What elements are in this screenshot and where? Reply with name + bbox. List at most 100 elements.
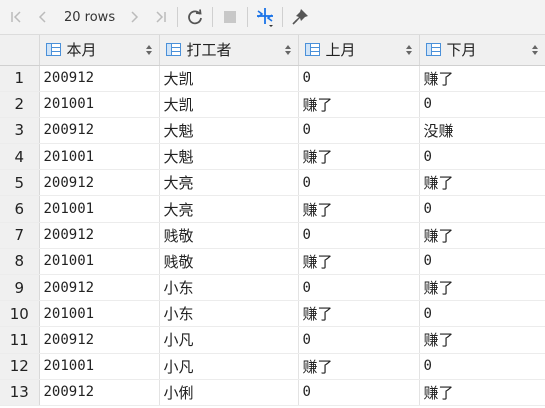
table-cell[interactable]: 小俐 bbox=[159, 379, 299, 406]
prev-page-icon[interactable] bbox=[30, 4, 56, 30]
row-number[interactable]: 13 bbox=[0, 379, 40, 406]
row-number[interactable]: 5 bbox=[0, 169, 40, 197]
table-cell[interactable]: 赚了 bbox=[419, 65, 545, 92]
table-cell[interactable]: 0 bbox=[419, 91, 545, 118]
table-row[interactable]: 9 200912 小东 0 赚了 bbox=[0, 274, 545, 302]
row-number[interactable]: 3 bbox=[0, 117, 40, 145]
table-row[interactable]: 12 201001 小凡 赚了 0 bbox=[0, 353, 545, 380]
table-row[interactable]: 3 200912 大魁 0 没赚 bbox=[0, 117, 545, 145]
table-cell[interactable]: 0 bbox=[298, 222, 420, 249]
row-number[interactable]: 9 bbox=[0, 274, 40, 302]
row-number[interactable]: 7 bbox=[0, 222, 40, 249]
column-header[interactable]: 上月 bbox=[298, 35, 420, 66]
table-cell[interactable]: 0 bbox=[298, 379, 420, 406]
table-cell[interactable]: 200912 bbox=[39, 274, 160, 302]
table-cell[interactable]: 赚了 bbox=[419, 274, 545, 302]
table-cell[interactable]: 没赚 bbox=[419, 117, 545, 145]
table-row[interactable]: 8 201001 贱敬 赚了 0 bbox=[0, 248, 545, 276]
table-cell[interactable]: 0 bbox=[298, 274, 420, 302]
table-cell[interactable]: 贱敬 bbox=[159, 222, 299, 249]
table-cell[interactable]: 贱敬 bbox=[159, 248, 299, 276]
column-header[interactable]: 下月 bbox=[419, 35, 545, 66]
rows-per-page[interactable]: 20 rows bbox=[64, 10, 115, 25]
sort-icon[interactable] bbox=[145, 44, 153, 56]
sort-icon[interactable] bbox=[405, 44, 413, 56]
table-cell[interactable]: 201001 bbox=[39, 143, 160, 171]
refresh-icon[interactable] bbox=[182, 4, 208, 30]
table-cell[interactable]: 200912 bbox=[39, 326, 160, 354]
table-cell[interactable]: 0 bbox=[419, 353, 545, 380]
table-cell[interactable]: 大凯 bbox=[159, 91, 299, 118]
table-cell[interactable]: 小东 bbox=[159, 274, 299, 302]
table-cell[interactable]: 赚了 bbox=[298, 91, 420, 118]
table-cell[interactable]: 200912 bbox=[39, 65, 160, 92]
table-row[interactable]: 11 200912 小凡 0 赚了 bbox=[0, 326, 545, 354]
table-row[interactable]: 6 201001 大亮 赚了 0 bbox=[0, 195, 545, 223]
row-number[interactable]: 2 bbox=[0, 91, 40, 118]
table-cell[interactable]: 赚了 bbox=[298, 143, 420, 171]
row-number[interactable]: 10 bbox=[0, 300, 40, 328]
table-row[interactable]: 13 200912 小俐 0 赚了 bbox=[0, 379, 545, 406]
table-cell[interactable]: 0 bbox=[419, 195, 545, 223]
table-cell[interactable]: 0 bbox=[419, 300, 545, 328]
table-cell[interactable]: 小东 bbox=[159, 300, 299, 328]
table-cell[interactable]: 赚了 bbox=[298, 248, 420, 276]
table-cell[interactable]: 赚了 bbox=[298, 353, 420, 380]
table-cell[interactable]: 赚了 bbox=[298, 300, 420, 328]
pin-icon[interactable] bbox=[287, 4, 313, 30]
table-cell[interactable]: 201001 bbox=[39, 300, 160, 328]
table-cell[interactable]: 201001 bbox=[39, 195, 160, 223]
table-cell[interactable]: 200912 bbox=[39, 379, 160, 406]
stop-icon[interactable] bbox=[217, 4, 243, 30]
sort-icon[interactable] bbox=[531, 44, 539, 56]
table-cell[interactable]: 小凡 bbox=[159, 353, 299, 380]
table-cell[interactable]: 201001 bbox=[39, 248, 160, 276]
row-number[interactable]: 6 bbox=[0, 195, 40, 223]
table-cell[interactable]: 0 bbox=[298, 65, 420, 92]
table-cell[interactable]: 200912 bbox=[39, 117, 160, 145]
toolbar-divider bbox=[282, 7, 284, 27]
column-header[interactable]: 打工者 bbox=[159, 35, 299, 66]
table-row[interactable]: 2 201001 大凯 赚了 0 bbox=[0, 91, 545, 118]
table-cell[interactable]: 小凡 bbox=[159, 326, 299, 354]
table-cell[interactable]: 0 bbox=[298, 117, 420, 145]
row-number[interactable]: 8 bbox=[0, 248, 40, 276]
table-cell[interactable]: 赚了 bbox=[419, 222, 545, 249]
table-cell[interactable]: 0 bbox=[298, 326, 420, 354]
table-cell[interactable]: 201001 bbox=[39, 353, 160, 380]
last-page-icon[interactable] bbox=[147, 4, 173, 30]
table-row[interactable]: 7 200912 贱敬 0 赚了 bbox=[0, 222, 545, 249]
table-cell[interactable]: 大魁 bbox=[159, 117, 299, 145]
table-row[interactable]: 5 200912 大亮 0 赚了 bbox=[0, 169, 545, 197]
row-number[interactable]: 12 bbox=[0, 353, 40, 380]
table-cell[interactable]: 大亮 bbox=[159, 169, 299, 197]
transpose-icon[interactable] bbox=[252, 4, 278, 30]
table-cell[interactable]: 赚了 bbox=[419, 169, 545, 197]
first-page-icon[interactable] bbox=[4, 4, 30, 30]
table-row[interactable]: 10 201001 小东 赚了 0 bbox=[0, 300, 545, 328]
table-cell[interactable]: 0 bbox=[419, 248, 545, 276]
table-cell[interactable]: 200912 bbox=[39, 222, 160, 249]
result-toolbar: 20 rows bbox=[0, 0, 545, 35]
row-number[interactable]: 11 bbox=[0, 326, 40, 354]
sort-icon[interactable] bbox=[284, 44, 292, 56]
row-number[interactable]: 1 bbox=[0, 65, 40, 92]
table-cell[interactable]: 大魁 bbox=[159, 143, 299, 171]
table-cell[interactable]: 赚了 bbox=[419, 379, 545, 406]
table-cell[interactable]: 201001 bbox=[39, 91, 160, 118]
row-number-header[interactable] bbox=[0, 35, 40, 66]
table-row[interactable]: 1 200912 大凯 0 赚了 bbox=[0, 65, 545, 92]
table-cell[interactable]: 200912 bbox=[39, 169, 160, 197]
table-cell[interactable]: 赚了 bbox=[419, 326, 545, 354]
table-cell[interactable]: 大亮 bbox=[159, 195, 299, 223]
next-page-icon[interactable] bbox=[121, 4, 147, 30]
column-header-label: 下月 bbox=[446, 41, 477, 60]
row-number[interactable]: 4 bbox=[0, 143, 40, 171]
column-header[interactable]: 本月 bbox=[39, 35, 160, 66]
table-cell[interactable]: 大凯 bbox=[159, 65, 299, 92]
table-row[interactable]: 4 201001 大魁 赚了 0 bbox=[0, 143, 545, 171]
table-cell[interactable]: 0 bbox=[298, 169, 420, 197]
table-cell[interactable]: 赚了 bbox=[298, 195, 420, 223]
table-cell[interactable]: 0 bbox=[419, 143, 545, 171]
data-table: 本月 打工者 上月 下月 1 200912 大凯 0 赚了 2 201001 大… bbox=[0, 35, 545, 406]
